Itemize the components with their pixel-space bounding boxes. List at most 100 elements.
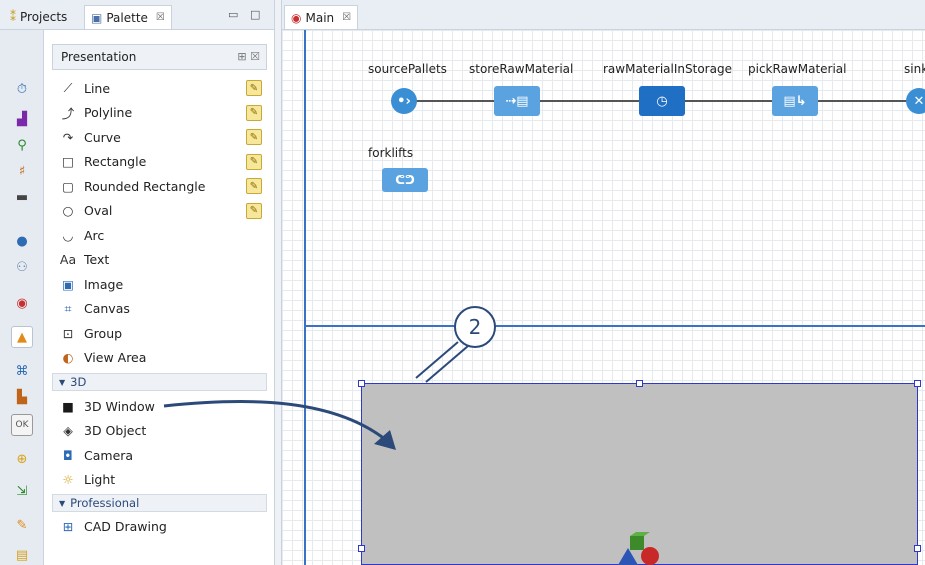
store-icon[interactable]: ⇢▤ bbox=[494, 86, 540, 116]
agent-icon[interactable]: ⚇ bbox=[11, 256, 33, 278]
forklift-resource-icon[interactable]: ᕦᕤ bbox=[382, 168, 428, 192]
oval-icon: ○ bbox=[62, 203, 74, 218]
source-icon[interactable]: •› bbox=[391, 88, 417, 114]
light-icon: ☼ bbox=[62, 472, 74, 487]
palette-item-canvas[interactable]: ⌗ Canvas bbox=[60, 298, 130, 320]
palette-item-rounded-rectangle[interactable]: ▢ Rounded Rectangle bbox=[60, 175, 205, 197]
palette-section-header[interactable]: Presentation ⊞ ☒ bbox=[52, 44, 267, 70]
block-label: pickRawMaterial bbox=[748, 62, 847, 76]
palette-item-label: Group bbox=[84, 325, 123, 341]
resize-handle[interactable] bbox=[914, 380, 921, 387]
palette-item-label: Line bbox=[84, 80, 111, 96]
arc-icon: ◡ bbox=[62, 227, 74, 243]
maximize-icon[interactable]: □ bbox=[250, 8, 260, 21]
palette-item-curve[interactable]: ↷ Curve bbox=[60, 126, 121, 148]
line-icon: ⟋ bbox=[63, 80, 73, 95]
tab-palette[interactable]: ▣ Palette ☒ bbox=[84, 5, 172, 29]
palette-category-column: ⏱ ▟ ⚲ ♯ ▬ ● ⚇ ◉ ▲ ⌘ ▙ OK ⊕ ⇲ ✎ ▤ bbox=[0, 30, 44, 565]
block-label: rawMaterialInStorage bbox=[603, 62, 732, 76]
palette-item-label: Oval bbox=[84, 203, 113, 218]
statechart-icon[interactable]: ◉ bbox=[11, 292, 33, 314]
palette-item-image[interactable]: ▣ Image bbox=[60, 273, 123, 295]
palette-item-oval[interactable]: ○ Oval bbox=[60, 200, 113, 222]
agent-type-icon: ◉ bbox=[291, 10, 302, 25]
palette-item-3d-object[interactable]: ◈ 3D Object bbox=[60, 420, 146, 442]
drawing-mode-pencil-icon[interactable]: ✎ bbox=[246, 178, 262, 194]
resize-handle[interactable] bbox=[358, 545, 365, 552]
section-3d-label: 3D bbox=[70, 375, 87, 389]
drawing-mode-pencil-icon[interactable]: ✎ bbox=[246, 202, 262, 219]
palette-item-label: Curve bbox=[84, 129, 121, 145]
minimize-icon[interactable]: ▭ bbox=[228, 8, 238, 21]
section-3d[interactable]: ▼ 3D bbox=[52, 373, 267, 391]
road-traffic-icon[interactable]: ▬ bbox=[11, 186, 33, 208]
tab-projects[interactable]: ⁑ Projects bbox=[4, 5, 73, 29]
rounded-rectangle-icon: ▢ bbox=[62, 178, 74, 194]
section-professional-label: Professional bbox=[70, 496, 140, 510]
close-icon[interactable]: ☒ bbox=[156, 12, 165, 23]
palette-item-view-area[interactable]: ◐ View Area bbox=[60, 347, 147, 369]
palette-icon: ▣ bbox=[91, 10, 103, 25]
resize-handle[interactable] bbox=[914, 545, 921, 552]
process-modeling-icon[interactable]: ⏱ bbox=[11, 78, 33, 100]
palette-item-text[interactable]: Aa Text bbox=[60, 249, 109, 271]
palette-item-label: Light bbox=[84, 472, 116, 487]
collapse-icon: ▼ bbox=[59, 498, 66, 508]
palette-item-label: View Area bbox=[84, 350, 147, 365]
palette-item-light[interactable]: ☼ Light bbox=[60, 469, 115, 491]
palette-item-3d-window[interactable]: ■ 3D Window bbox=[60, 395, 155, 417]
palette-item-rectangle[interactable]: □ Rectangle bbox=[60, 151, 146, 173]
fluid-icon[interactable]: ● bbox=[11, 230, 33, 252]
block-label: storeRawMaterial bbox=[469, 62, 574, 76]
frame-vertical-line bbox=[304, 30, 306, 565]
palette-item-arc[interactable]: ◡ Arc bbox=[60, 224, 105, 246]
left-tab-bar: ⁑ Projects ▣ Palette ☒ ▭ □ bbox=[0, 0, 274, 30]
3d-window-icon: ■ bbox=[62, 398, 74, 414]
palette-item-label: Text bbox=[84, 252, 110, 267]
panel-divider[interactable] bbox=[274, 0, 282, 565]
view-mode-icon[interactable]: ⊞ ☒ bbox=[237, 50, 260, 63]
polyline-icon: ⤴ bbox=[61, 106, 75, 121]
drawing-mode-pencil-icon[interactable]: ✎ bbox=[246, 129, 262, 145]
section-professional[interactable]: ▼ Professional bbox=[52, 494, 267, 512]
palette-item-label: Image bbox=[84, 276, 124, 292]
pick-icon[interactable]: ▤↳ bbox=[772, 86, 818, 116]
system-dynamics-icon[interactable]: ⇲ bbox=[11, 480, 33, 502]
tab-projects-label: Projects bbox=[20, 10, 68, 24]
camera-icon: ◘ bbox=[63, 447, 73, 463]
close-icon[interactable]: ☒ bbox=[342, 12, 351, 23]
sink-icon[interactable]: ✕ bbox=[906, 88, 925, 114]
cad-drawing-icon: ⊞ bbox=[62, 518, 74, 534]
palette-item-line[interactable]: ⟋ Line bbox=[60, 77, 110, 99]
drawing-mode-pencil-icon[interactable]: ✎ bbox=[246, 80, 262, 96]
presentation-icon[interactable]: ▲ bbox=[11, 326, 33, 348]
palette-item-label: Arc bbox=[84, 227, 105, 243]
resize-handle[interactable] bbox=[358, 380, 365, 387]
palette-item-camera[interactable]: ◘ Camera bbox=[60, 444, 133, 466]
palette-item-polyline[interactable]: ⤴ Polyline bbox=[60, 102, 132, 124]
controls-icon[interactable]: OK bbox=[11, 414, 33, 436]
drawing-mode-pencil-icon[interactable]: ✎ bbox=[246, 104, 262, 121]
palette-item-label: Canvas bbox=[84, 301, 130, 316]
palette-item-label: 3D Window bbox=[84, 398, 155, 414]
frame-horizontal-line bbox=[304, 325, 925, 327]
space-markup-icon[interactable]: ⌘ bbox=[11, 360, 33, 382]
palette-section-title: Presentation bbox=[61, 50, 137, 64]
pictures-icon[interactable]: ▤ bbox=[11, 544, 33, 565]
tab-main[interactable]: ◉ Main ☒ bbox=[284, 5, 359, 29]
text-icon: Aa bbox=[59, 252, 77, 267]
resize-handle[interactable] bbox=[636, 380, 643, 387]
drawing-mode-pencil-icon[interactable]: ✎ bbox=[246, 153, 262, 170]
tab-palette-label: Palette bbox=[106, 10, 148, 25]
chart-library-icon[interactable]: ▟ bbox=[11, 108, 33, 130]
clock-icon[interactable]: ◷ bbox=[639, 86, 685, 116]
analysis-icon[interactable]: ▙ bbox=[11, 386, 33, 408]
palette-item-group[interactable]: ⊡ Group bbox=[60, 322, 122, 344]
rail-icon[interactable]: ♯ bbox=[11, 160, 33, 182]
projects-icon: ⁑ bbox=[10, 10, 16, 24]
callout-badge: 2 bbox=[454, 306, 496, 348]
pedestrian-icon[interactable]: ⚲ bbox=[11, 134, 33, 156]
palette-item-cad-drawing[interactable]: ⊞ CAD Drawing bbox=[60, 515, 167, 537]
actions-icon[interactable]: ✎ bbox=[11, 514, 33, 536]
connectivity-icon[interactable]: ⊕ bbox=[11, 448, 33, 470]
